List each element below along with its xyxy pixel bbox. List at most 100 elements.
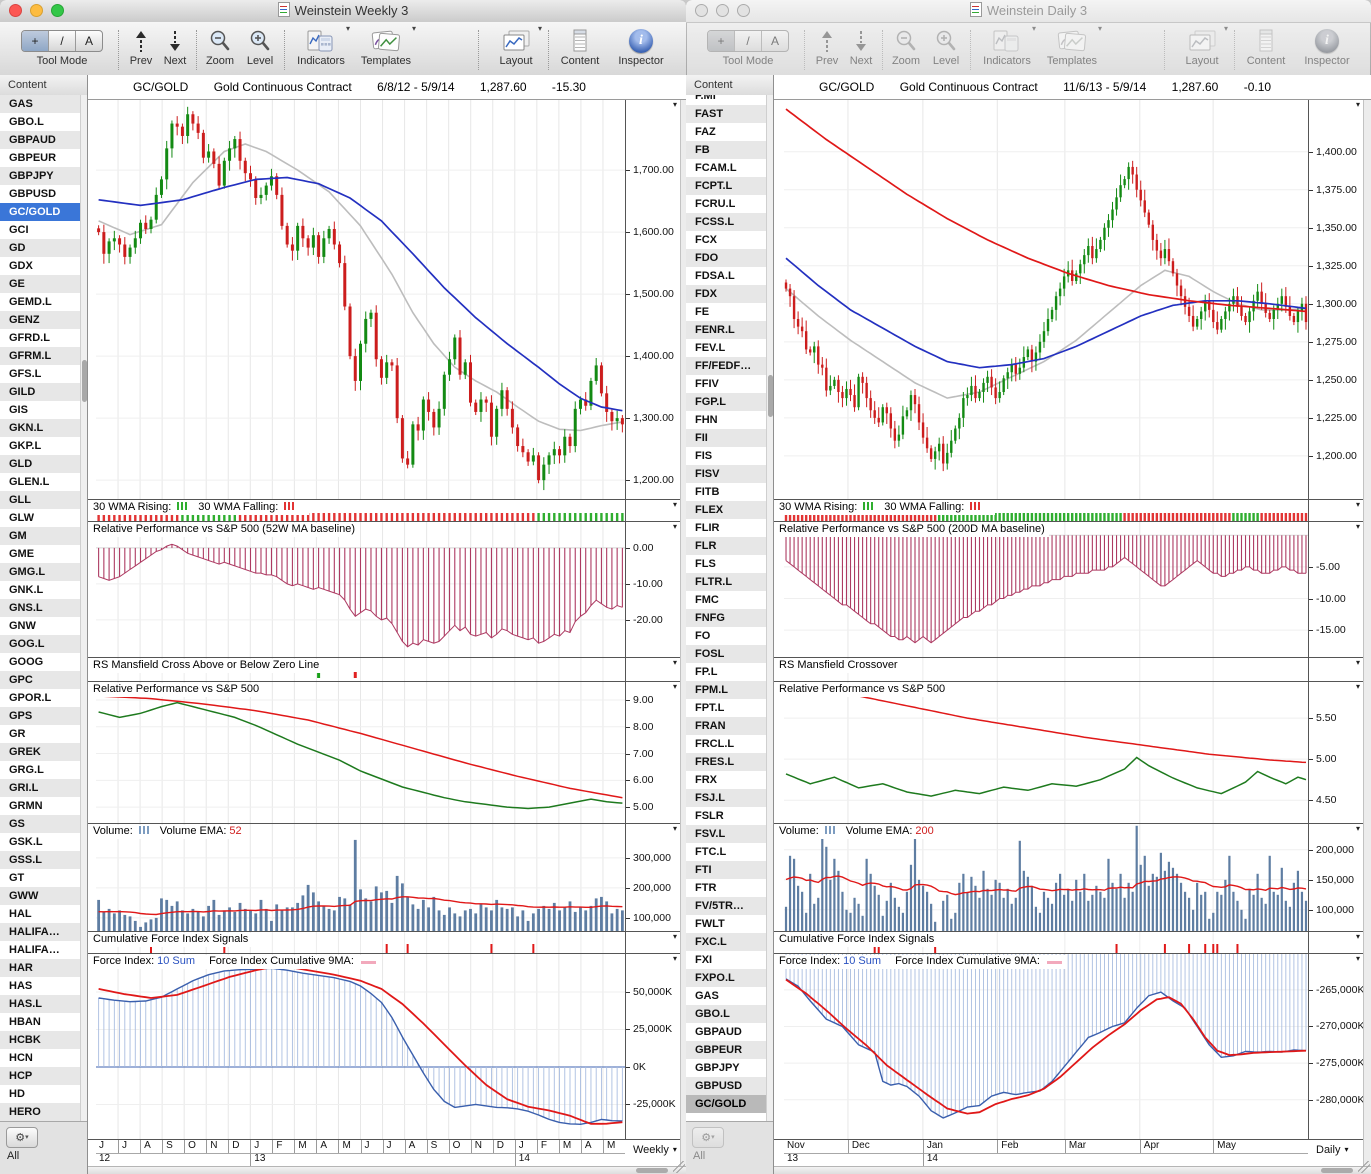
ticker-item[interactable]: GFS.L xyxy=(0,365,81,383)
horizontal-scrollbar[interactable] xyxy=(774,1166,1371,1174)
ticker-item[interactable]: HAL xyxy=(0,905,81,923)
ticker-item[interactable]: FHN xyxy=(686,411,767,429)
ticker-item[interactable]: HBAN xyxy=(0,1013,81,1031)
ticker-item[interactable]: FENR.L xyxy=(686,321,767,339)
title-bar[interactable]: Weinstein Daily 3 xyxy=(686,0,1371,23)
ticker-item[interactable]: GKP.L xyxy=(0,437,81,455)
ticker-item[interactable]: GBPEUR xyxy=(686,1041,767,1059)
ticker-item[interactable]: GEMD.L xyxy=(0,293,81,311)
force-index-chart[interactable] xyxy=(784,954,1308,1139)
relative-performance-histogram[interactable] xyxy=(784,522,1308,657)
ticker-item[interactable]: FLR xyxy=(686,537,767,555)
layout-button[interactable]: ▾ Layout xyxy=(488,24,544,67)
ticker-item[interactable]: FE xyxy=(686,303,767,321)
ticker-item[interactable]: HCP xyxy=(0,1067,81,1085)
ticker-item[interactable]: FRAN xyxy=(686,717,767,735)
ticker-item[interactable]: GLEN.L xyxy=(0,473,81,491)
vertical-scrollbar[interactable] xyxy=(1363,100,1371,1166)
panel-menu-icon[interactable]: ▾ xyxy=(673,932,677,941)
ticker-item[interactable]: GM xyxy=(0,527,81,545)
ticker-item[interactable]: FDO xyxy=(686,249,767,267)
ticker-item[interactable]: GDX xyxy=(0,257,81,275)
ticker-item[interactable]: GENZ xyxy=(0,311,81,329)
panel-menu-icon[interactable]: ▾ xyxy=(673,500,677,509)
templates-button[interactable]: ▾ Templates xyxy=(354,24,418,67)
ticker-item[interactable]: GBPUSD xyxy=(0,185,81,203)
ticker-item[interactable]: FRX xyxy=(686,771,767,789)
ticker-item[interactable]: FSJ.L xyxy=(686,789,767,807)
inspector-button[interactable]: Inspector xyxy=(610,27,672,67)
minimize-button[interactable] xyxy=(30,4,43,17)
resize-grip[interactable] xyxy=(1358,1161,1370,1173)
prev-button[interactable]: Prev xyxy=(810,27,844,67)
scrollbar-thumb[interactable] xyxy=(768,375,773,417)
panel-menu-icon[interactable]: ▾ xyxy=(1356,682,1360,691)
zoom-window-button[interactable] xyxy=(51,4,64,17)
ticker-item[interactable]: FEV.L xyxy=(686,339,767,357)
ticker-item[interactable]: FRES.L xyxy=(686,753,767,771)
ticker-item[interactable]: FO xyxy=(686,627,767,645)
ticker-item[interactable]: GC/GOLD xyxy=(0,203,81,221)
timeframe-select[interactable]: Daily ▾ xyxy=(1316,1144,1348,1156)
close-button[interactable] xyxy=(9,4,22,17)
ticker-item[interactable]: FXI xyxy=(686,951,767,969)
title-bar[interactable]: Weinstein Weekly 3 xyxy=(0,0,686,23)
ticker-item[interactable]: FCAM.L xyxy=(686,159,767,177)
ticker-item[interactable]: GRG.L xyxy=(0,761,81,779)
ticker-item[interactable]: HCBK xyxy=(0,1031,81,1049)
ticker-item[interactable]: GR xyxy=(0,725,81,743)
panel-menu-icon[interactable]: ▾ xyxy=(1356,932,1360,941)
ticker-item[interactable]: FNFG xyxy=(686,609,767,627)
next-button[interactable]: Next xyxy=(844,27,878,67)
ticker-item[interactable]: FP.L xyxy=(686,663,767,681)
ticker-item[interactable]: FSV.L xyxy=(686,825,767,843)
tool-trendline-button[interactable]: / xyxy=(734,30,761,51)
content-button[interactable]: Content xyxy=(1238,27,1294,67)
ticker-item[interactable]: FTI xyxy=(686,861,767,879)
ticker-item[interactable]: FTC.L xyxy=(686,843,767,861)
next-button[interactable]: Next xyxy=(158,27,192,67)
ticker-item[interactable]: FISV xyxy=(686,465,767,483)
ticker-item[interactable]: HCN xyxy=(0,1049,81,1067)
force-index-chart[interactable] xyxy=(96,954,625,1139)
scrollbar-thumb[interactable] xyxy=(636,1168,668,1173)
gear-menu-button[interactable]: ▾ xyxy=(6,1127,38,1148)
panel-menu-icon[interactable]: ▾ xyxy=(1356,824,1360,833)
ticker-item[interactable]: GE xyxy=(0,275,81,293)
volume-chart[interactable] xyxy=(96,824,625,931)
zoom-in-button[interactable]: Level xyxy=(240,27,280,67)
ticker-item[interactable]: FXPO.L xyxy=(686,969,767,987)
ticker-item[interactable]: FCPT.L xyxy=(686,177,767,195)
ticker-item[interactable]: GME xyxy=(0,545,81,563)
ticker-item[interactable]: GKN.L xyxy=(0,419,81,437)
ticker-item[interactable]: FB xyxy=(686,141,767,159)
ticker-item[interactable]: FGP.L xyxy=(686,393,767,411)
scrollbar-thumb[interactable] xyxy=(1321,1168,1353,1173)
ticker-item[interactable]: GBPJPY xyxy=(0,167,81,185)
ticker-item[interactable]: GBPJPY xyxy=(686,1059,767,1077)
panel-menu-icon[interactable]: ▾ xyxy=(1356,100,1360,109)
ticker-item[interactable]: FMC xyxy=(686,591,767,609)
ticker-item[interactable]: FWLT xyxy=(686,915,767,933)
ticker-item[interactable]: FDSA.L xyxy=(686,267,767,285)
zoom-out-button[interactable]: Zoom xyxy=(886,27,926,67)
ticker-item[interactable]: GFRD.L xyxy=(0,329,81,347)
ticker-item[interactable]: GIS xyxy=(0,401,81,419)
ticker-item[interactable]: FFIV xyxy=(686,375,767,393)
ticker-item[interactable]: FDX xyxy=(686,285,767,303)
ticker-item[interactable]: GT xyxy=(0,869,81,887)
ticker-item[interactable]: FAZ xyxy=(686,123,767,141)
ticker-item[interactable]: FLIR xyxy=(686,519,767,537)
ticker-item[interactable]: FII xyxy=(686,429,767,447)
panel-menu-icon[interactable]: ▾ xyxy=(1356,658,1360,667)
close-button[interactable] xyxy=(695,4,708,17)
inspector-button[interactable]: Inspector xyxy=(1296,27,1358,67)
tool-trendline-button[interactable]: / xyxy=(48,30,75,51)
ticker-item[interactable]: FCX xyxy=(686,231,767,249)
ticker-item[interactable]: HAS.L xyxy=(0,995,81,1013)
ticker-item[interactable]: FITB xyxy=(686,483,767,501)
relative-performance-lines[interactable] xyxy=(96,682,625,823)
panel-menu-icon[interactable]: ▾ xyxy=(673,824,677,833)
ticker-item[interactable]: GFRM.L xyxy=(0,347,81,365)
templates-button[interactable]: ▾ Templates xyxy=(1040,24,1104,67)
